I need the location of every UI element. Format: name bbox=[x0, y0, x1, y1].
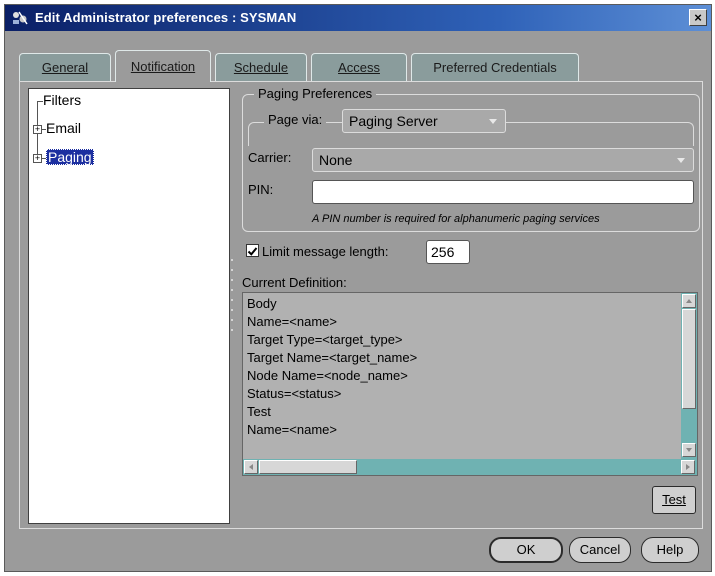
limit-length-input[interactable]: 256 bbox=[426, 240, 470, 264]
pin-hint: A PIN number is required for alphanumeri… bbox=[312, 213, 600, 225]
definition-line: Status=<status> bbox=[247, 386, 342, 401]
help-button[interactable]: Help bbox=[641, 537, 699, 563]
notification-tree[interactable]: Filters + Email + Paging bbox=[28, 88, 230, 524]
close-icon: × bbox=[694, 10, 702, 25]
definition-line: Test bbox=[247, 404, 271, 419]
horizontal-scrollbar[interactable] bbox=[243, 459, 697, 475]
ok-button[interactable]: OK bbox=[489, 537, 563, 563]
scroll-up-icon[interactable] bbox=[682, 294, 696, 308]
current-definition-label: Current Definition: bbox=[242, 275, 347, 290]
close-button[interactable]: × bbox=[689, 9, 707, 26]
title-bar[interactable]: Edit Administrator preferences : SYSMAN … bbox=[5, 5, 711, 31]
carrier-label: Carrier: bbox=[248, 150, 292, 165]
tab-access[interactable]: Access bbox=[311, 53, 407, 81]
scroll-down-icon[interactable] bbox=[682, 443, 696, 457]
horizontal-scroll-thumb[interactable] bbox=[259, 460, 357, 474]
test-button[interactable]: Test bbox=[652, 486, 696, 514]
definition-line: Name=<name> bbox=[247, 422, 337, 437]
checkmark-icon bbox=[247, 247, 258, 256]
definition-line: Body bbox=[247, 296, 277, 311]
current-definition-textarea[interactable]: Body Name=<name> Target Type=<target_typ… bbox=[242, 292, 698, 476]
definition-line: Target Name=<target_name> bbox=[247, 350, 418, 365]
pin-label: PIN: bbox=[248, 182, 274, 197]
tree-item-filters[interactable]: Filters bbox=[43, 92, 81, 108]
tree-item-email[interactable]: Email bbox=[46, 120, 81, 136]
vertical-scroll-thumb[interactable] bbox=[682, 309, 696, 409]
paging-preferences-label: Paging Preferences bbox=[254, 86, 377, 101]
definition-line: Target Type=<target_type> bbox=[247, 332, 403, 347]
scroll-right-icon[interactable] bbox=[681, 460, 695, 474]
page-via-select[interactable]: Paging Server bbox=[342, 109, 506, 133]
vertical-scrollbar[interactable] bbox=[681, 293, 697, 459]
page-via-label: Page via: bbox=[264, 112, 327, 127]
plus-icon[interactable]: + bbox=[33, 125, 42, 134]
paging-settings: Paging Preferences Page via: Paging Serv… bbox=[236, 82, 702, 528]
definition-line: Node Name=<node_name> bbox=[247, 368, 408, 383]
tab-schedule[interactable]: Schedule bbox=[215, 53, 307, 81]
carrier-select[interactable]: None bbox=[312, 148, 694, 172]
cancel-button[interactable]: Cancel bbox=[569, 537, 631, 563]
dialog-window: Edit Administrator preferences : SYSMAN … bbox=[4, 4, 712, 572]
chevron-down-icon bbox=[677, 158, 685, 163]
pin-input[interactable] bbox=[312, 180, 694, 204]
notification-panel: Filters + Email + Paging Paging Preferen… bbox=[19, 81, 703, 529]
scroll-left-icon[interactable] bbox=[244, 460, 258, 474]
splitter-handle[interactable] bbox=[230, 256, 234, 336]
limit-length-checkbox[interactable] bbox=[246, 244, 259, 257]
tab-preferred-credentials[interactable]: Preferred Credentials bbox=[411, 53, 579, 81]
window-title: Edit Administrator preferences : SYSMAN bbox=[35, 10, 297, 25]
tree-item-paging[interactable]: Paging bbox=[46, 149, 94, 165]
limit-length-label: Limit message length: bbox=[262, 244, 389, 259]
definition-line: Name=<name> bbox=[247, 314, 337, 329]
tab-general[interactable]: General bbox=[19, 53, 111, 81]
admin-tools-icon bbox=[13, 11, 28, 25]
plus-icon[interactable]: + bbox=[33, 154, 42, 163]
chevron-down-icon bbox=[489, 119, 497, 124]
tab-notification[interactable]: Notification bbox=[115, 50, 211, 82]
